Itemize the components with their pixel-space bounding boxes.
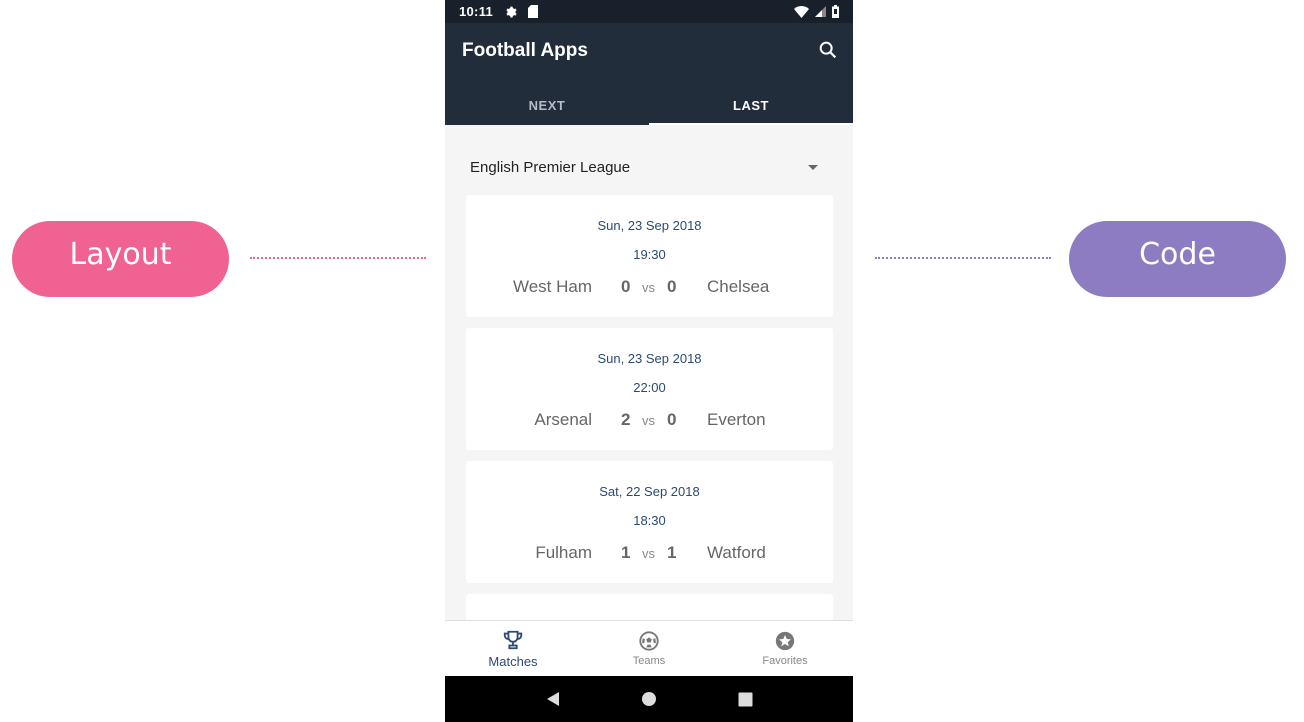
tab-bar: NEXT LAST: [445, 85, 853, 125]
match-card[interactable]: Sun, 23 Sep 2018 22:00 Arsenal 2 vs 0 Ev…: [466, 328, 833, 450]
wifi-icon: [794, 5, 809, 18]
away-score: 0: [667, 410, 677, 429]
vs-label: vs: [642, 413, 655, 428]
phone-screen: 10:11 Football Apps NEXT LAST English Pr…: [445, 0, 853, 722]
signal-icon: [815, 6, 826, 17]
nav-teams[interactable]: Teams: [581, 621, 717, 676]
status-time: 10:11: [459, 4, 494, 19]
match-card[interactable]: Sun, 23 Sep 2018 19:30 West Ham 0 vs 0 C…: [466, 195, 833, 317]
soccer-ball-icon: [639, 631, 659, 651]
system-navigation-bar: [445, 676, 853, 722]
match-card[interactable]: Sat, 22 Sep 2018 18:30 Fulham 1 vs 1 Wat…: [466, 461, 833, 583]
home-icon[interactable]: [641, 691, 657, 707]
dropdown-arrow-icon: [808, 164, 818, 170]
match-time: 18:30: [633, 513, 666, 528]
app-bar: Football Apps NEXT LAST: [445, 23, 853, 125]
nav-favorites-label: Favorites: [762, 655, 808, 667]
search-icon[interactable]: [817, 39, 839, 61]
tab-last[interactable]: LAST: [649, 85, 853, 125]
star-circle-icon: [775, 631, 795, 651]
away-score: 0: [667, 277, 677, 296]
match-time: 19:30: [633, 247, 666, 262]
nav-teams-label: Teams: [632, 655, 666, 667]
layout-label: Layout: [12, 221, 229, 297]
tab-next[interactable]: NEXT: [445, 85, 649, 125]
vs-label: vs: [642, 546, 655, 561]
away-score: 1: [667, 543, 677, 562]
bottom-navigation: Matches Teams Favorites: [445, 620, 853, 676]
home-team: Arsenal: [534, 410, 592, 429]
away-team: Watford: [707, 543, 766, 562]
match-time: 22:00: [633, 380, 666, 395]
home-team: West Ham: [512, 277, 592, 296]
layout-label-text: Layout: [69, 236, 172, 272]
league-select[interactable]: English Premier League: [470, 148, 828, 186]
home-score: 2: [621, 410, 631, 429]
match-date: Sat, 22 Sep 2018: [599, 484, 700, 499]
battery-icon: [832, 5, 839, 18]
app-title: Football Apps: [462, 40, 588, 61]
match-date: Sun, 23 Sep 2018: [597, 218, 702, 233]
away-team: Everton: [707, 410, 766, 429]
code-label: Code: [1069, 221, 1286, 297]
away-team: Chelsea: [707, 277, 770, 296]
status-bar: 10:11: [445, 0, 853, 23]
home-score: 0: [621, 277, 631, 296]
nav-matches[interactable]: Matches: [445, 621, 581, 676]
home-score: 1: [621, 543, 631, 562]
league-select-value: English Premier League: [470, 158, 631, 176]
code-label-text: Code: [1139, 236, 1216, 272]
back-icon[interactable]: [545, 691, 561, 707]
nav-favorites[interactable]: Favorites: [717, 621, 853, 676]
canvas: Layout Code 10:11 Football Apps NEXT LAS…: [0, 0, 1304, 722]
trophy-icon: [503, 630, 523, 649]
recents-icon[interactable]: [738, 692, 753, 707]
dotted-connector-right: [875, 257, 1051, 259]
match-date: Sun, 23 Sep 2018: [597, 351, 702, 366]
sim-card-icon: [528, 5, 539, 18]
gear-icon: [506, 6, 517, 18]
nav-matches-label: Matches: [488, 653, 538, 669]
vs-label: vs: [642, 280, 655, 295]
dotted-connector-left: [250, 257, 426, 259]
home-team: Fulham: [535, 543, 592, 562]
